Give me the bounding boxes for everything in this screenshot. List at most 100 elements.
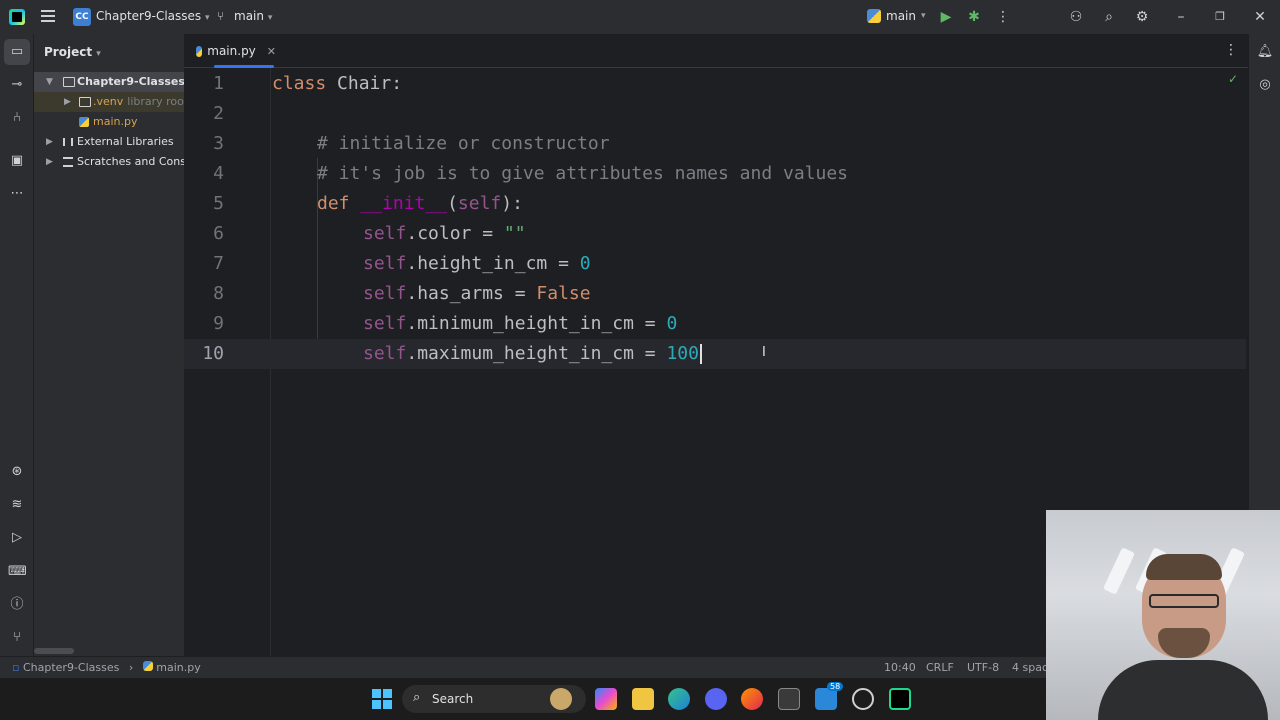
- project-folder-icon[interactable]: ▭: [8, 43, 26, 61]
- file-encoding[interactable]: UTF-8: [967, 661, 999, 674]
- python-file-icon: [79, 117, 89, 127]
- debug-bug-icon[interactable]: ✱: [965, 8, 983, 26]
- minimize-icon[interactable]: –: [1172, 8, 1190, 26]
- git-branch-icon: ⑂: [217, 9, 225, 23]
- copilot-icon[interactable]: [595, 688, 617, 710]
- line-number: 3: [213, 133, 224, 154]
- file-explorer-icon[interactable]: [632, 688, 654, 710]
- search-icon: ⌕: [413, 690, 421, 705]
- pycharm-taskbar-icon[interactable]: [889, 688, 911, 710]
- edge-browser-icon[interactable]: [668, 688, 690, 710]
- chevron-down-icon: ▼: [46, 77, 53, 87]
- branch-switcher[interactable]: main ▾: [234, 9, 272, 23]
- terminal-icon[interactable]: ⌨: [8, 563, 27, 581]
- project-panel-title[interactable]: Project ▾: [44, 45, 101, 59]
- keyword-token: False: [536, 283, 591, 304]
- tab-options-icon[interactable]: ⋮: [1224, 42, 1238, 58]
- code-token: Chair:: [326, 73, 403, 94]
- restore-window-icon[interactable]: ❐: [1211, 8, 1229, 26]
- close-tab-icon[interactable]: ✕: [267, 45, 276, 58]
- library-root-hint: library root: [127, 95, 184, 108]
- project-switcher[interactable]: Chapter9-Classes ▾: [96, 9, 210, 23]
- run-configuration-selector[interactable]: main ▾: [867, 9, 926, 23]
- line-number: 10: [202, 343, 224, 364]
- line-number: 9: [213, 313, 224, 334]
- number-token: 0: [579, 253, 591, 274]
- code-text: self.has_arms = False: [363, 279, 591, 309]
- tree-item-label: .venv library root: [93, 92, 184, 112]
- tab-label: main.py: [207, 44, 256, 58]
- code-text: self.height_in_cm = 0: [363, 249, 591, 279]
- pull-requests-icon[interactable]: ⑃: [8, 109, 26, 127]
- tree-item-label: External Libraries: [77, 135, 174, 148]
- project-badge[interactable]: CC: [73, 8, 91, 26]
- windows-start-icon[interactable]: [371, 688, 393, 710]
- self-token: self: [363, 253, 407, 274]
- code-text: self.color = "": [363, 219, 526, 249]
- breadcrumb[interactable]: ▫ Chapter9-Classes › main.py: [12, 661, 201, 674]
- editor-tabs: main.py ✕ ⋮: [184, 34, 1248, 68]
- chevron-right-icon: ▶: [64, 97, 71, 107]
- notifications-bell-icon[interactable]: 🔔︎: [1256, 43, 1274, 61]
- project-panel-title-text: Project: [44, 45, 93, 59]
- tree-item-project-root[interactable]: ▼ Chapter9-Classes: [34, 72, 184, 92]
- line-ending[interactable]: CRLF: [926, 661, 954, 674]
- code-line: 9 self.minimum_height_in_cm = 0: [184, 309, 1246, 339]
- code-token: .color =: [406, 223, 504, 244]
- github-desktop-icon[interactable]: [852, 688, 874, 710]
- chevron-down-icon: ▾: [96, 49, 101, 59]
- terminal-app-icon[interactable]: [778, 688, 800, 710]
- close-window-icon[interactable]: ✕: [1251, 8, 1269, 26]
- python-packages-icon[interactable]: ⊛: [8, 463, 26, 481]
- module-icon: ▫: [12, 661, 20, 674]
- branch-name: main: [234, 9, 264, 23]
- layers-icon[interactable]: ≋: [8, 496, 26, 514]
- more-tools-icon[interactable]: ⋯: [8, 185, 26, 203]
- code-text: class Chair:: [272, 69, 402, 99]
- firefox-icon[interactable]: [741, 688, 763, 710]
- indent-setting[interactable]: 4 spac: [1012, 661, 1048, 674]
- library-icon: [63, 138, 73, 146]
- settings-gear-icon[interactable]: ⚙: [1133, 8, 1151, 26]
- taskbar-search[interactable]: ⌕ Search: [402, 685, 586, 713]
- code-token: .maximum_height_in_cm =: [406, 343, 667, 364]
- self-token: self: [363, 343, 407, 364]
- horizontal-scrollbar[interactable]: [34, 648, 74, 654]
- line-number: 2: [213, 103, 224, 124]
- discord-icon[interactable]: [705, 688, 727, 710]
- tree-item-label: Chapter9-Classes: [77, 75, 184, 88]
- problems-icon[interactable]: ⓘ: [8, 596, 26, 614]
- add-user-icon[interactable]: ⚇: [1067, 8, 1085, 26]
- tree-item-venv[interactable]: ▶ .venv library root: [34, 92, 184, 112]
- self-token: self: [363, 283, 407, 304]
- tree-item-scratches[interactable]: ▶ Scratches and Consoles: [34, 152, 184, 172]
- tree-item-external-libraries[interactable]: ▶ External Libraries: [34, 132, 184, 152]
- store-icon[interactable]: 58: [815, 682, 844, 710]
- ai-assistant-icon[interactable]: ◎: [1256, 76, 1274, 94]
- main-menu-icon[interactable]: [41, 10, 55, 22]
- caret-position[interactable]: 10:40: [884, 661, 916, 674]
- folder-icon: [79, 97, 91, 107]
- services-run-icon[interactable]: ▷: [8, 529, 26, 547]
- commit-icon[interactable]: ⊸: [8, 76, 26, 94]
- structure-icon[interactable]: ▣: [8, 152, 26, 170]
- line-number: 4: [213, 163, 224, 184]
- python-icon: [867, 9, 881, 23]
- line-number: 8: [213, 283, 224, 304]
- webcam-overlay: [1046, 510, 1280, 720]
- code-line-current: 10 self.maximum_height_in_cm = 100: [184, 339, 1246, 369]
- comment-token: # it's job is to give attributes names a…: [317, 163, 849, 184]
- tab-main-py[interactable]: main.py ✕: [184, 34, 276, 68]
- line-number: 1: [213, 73, 224, 94]
- more-actions-icon[interactable]: ⋮: [994, 8, 1012, 26]
- code-line: 8 self.has_arms = False: [184, 279, 1246, 309]
- code-token: (: [447, 193, 458, 214]
- title-bar: CC Chapter9-Classes ▾ ⑂ main ▾ main ▾ ▶ …: [0, 0, 1280, 34]
- run-icon[interactable]: ▶: [937, 8, 955, 26]
- tree-item-main-py[interactable]: main.py: [34, 112, 184, 132]
- search-icon[interactable]: ⌕: [1100, 8, 1118, 26]
- git-icon[interactable]: ⑂: [8, 629, 26, 647]
- string-token: "": [503, 223, 526, 244]
- line-number: 5: [213, 193, 224, 214]
- project-name: Chapter9-Classes: [96, 9, 202, 23]
